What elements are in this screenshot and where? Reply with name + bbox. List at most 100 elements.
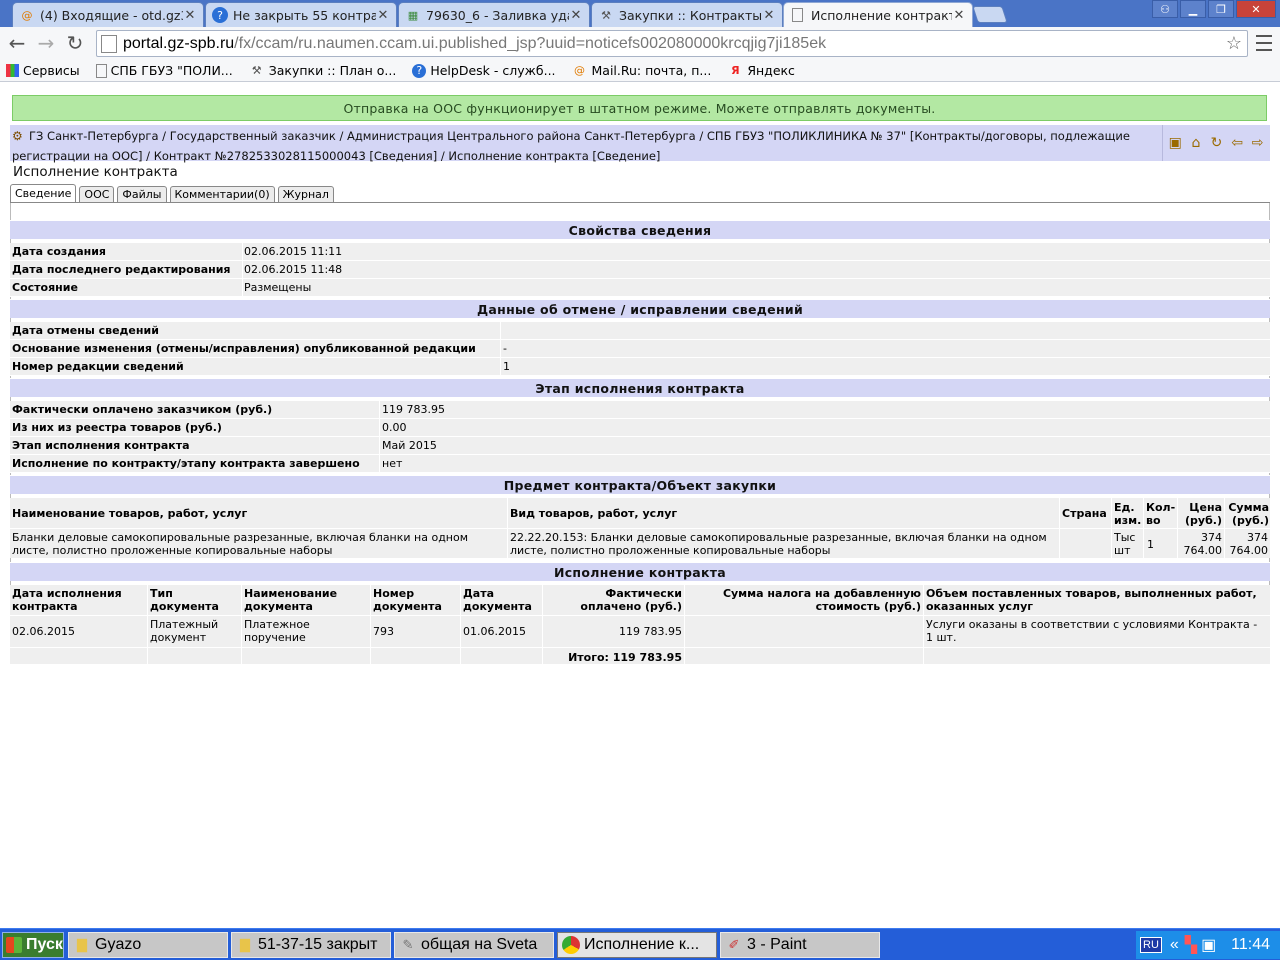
close-icon[interactable]: ✕ bbox=[569, 8, 583, 23]
table-row: Исполнение по контракту/этапу контракта … bbox=[10, 455, 1270, 473]
browser-tab-active[interactable]: Исполнение контракта ✕ bbox=[783, 2, 973, 27]
address-host: portal.gz-spb.ru bbox=[123, 34, 235, 52]
windows-logo-icon bbox=[6, 937, 22, 953]
taskbar-item-paint[interactable]: ✐ 3 - Paint bbox=[720, 932, 880, 958]
reload-button[interactable]: ↻ bbox=[63, 31, 87, 55]
column-header: Наименование документа bbox=[244, 587, 338, 613]
folder-icon: ▇ bbox=[240, 937, 250, 952]
bookmark-purchases[interactable]: ⚒ Закупки :: План о... bbox=[249, 63, 397, 79]
minimize-button[interactable]: ▁ bbox=[1180, 0, 1206, 18]
bookmark-services[interactable]: Сервисы bbox=[6, 63, 80, 78]
taskbar-item-label: 51-37-15 закрыт bbox=[258, 936, 378, 953]
new-tab-button[interactable] bbox=[972, 6, 1008, 23]
paint-icon: ✐ bbox=[728, 937, 740, 952]
taskbar-item-gyazo[interactable]: ▇ Gyazo bbox=[68, 932, 228, 958]
bookmark-label: Сервисы bbox=[23, 63, 80, 78]
close-icon[interactable]: ✕ bbox=[376, 8, 390, 23]
browser-menu-button[interactable] bbox=[1256, 33, 1272, 53]
table-row: Дата последнего редактирования 02.06.201… bbox=[10, 261, 1270, 279]
browser-tab-image[interactable]: ▦ 79630_6 - Заливка удал ✕ bbox=[398, 2, 590, 27]
browser-tab-title: (4) Входящие - otd.gz3 bbox=[40, 7, 183, 23]
folder-icon: ▇ bbox=[77, 937, 87, 952]
browser-tab-title: 79630_6 - Заливка удал bbox=[426, 7, 569, 23]
bookmark-label: Яндекс bbox=[747, 63, 795, 78]
table-row: Дата создания 02.06.2015 11:11 bbox=[10, 243, 1270, 261]
clock: 11:44 bbox=[1231, 936, 1270, 953]
column-header: Сумма налога на добавленную стоимость (р… bbox=[722, 587, 921, 613]
bookmark-label: Закупки :: План о... bbox=[268, 63, 397, 78]
bookmark-helpdesk[interactable]: ? HelpDesk - служб... bbox=[412, 63, 556, 78]
bookmark-star-icon[interactable]: ☆ bbox=[1226, 33, 1242, 54]
address-bar[interactable]: portal.gz-spb.ru/fx/ccam/ru.naumen.ccam.… bbox=[96, 30, 1248, 57]
table-cell: 22.22.20.153: Бланки деловые самокопиров… bbox=[510, 531, 1047, 557]
tab-comments[interactable]: Комментарии(0) bbox=[169, 186, 275, 203]
taskbar-item-label: общая на Sveta bbox=[421, 936, 538, 953]
column-header: Страна bbox=[1062, 507, 1107, 520]
tab-oos[interactable]: ООС bbox=[79, 186, 115, 203]
start-button[interactable]: Пуск bbox=[2, 932, 64, 958]
bookmark-polyclinic[interactable]: СПБ ГБУЗ "ПОЛИ... bbox=[95, 63, 233, 78]
bookmarks-bar: Сервисы СПБ ГБУЗ "ПОЛИ... ⚒ Закупки :: П… bbox=[0, 60, 1280, 82]
browser-tab-title: Не закрыть 55 контракт bbox=[233, 7, 376, 23]
table-cell: 374 764.00 bbox=[1183, 531, 1223, 557]
address-path: /fx/ccam/ru.naumen.ccam.ui.published_jsp… bbox=[234, 34, 827, 52]
field-value: Май 2015 bbox=[382, 439, 437, 452]
table-cell: Тыс шт bbox=[1114, 531, 1136, 557]
arrow-back-icon[interactable]: ⇦ bbox=[1228, 135, 1246, 151]
user-icon[interactable]: ⚇ bbox=[1152, 0, 1178, 18]
tab-svedenie[interactable]: Сведение bbox=[10, 184, 77, 203]
table-row: Состояние Размещены bbox=[10, 279, 1270, 297]
chrome-icon bbox=[562, 936, 580, 954]
breadcrumb-tools: ▣ ⌂ ↻ ⇦ ⇨ bbox=[1162, 125, 1270, 161]
table-cell: Платежное поручение bbox=[244, 618, 310, 644]
field-value: нет bbox=[382, 457, 403, 470]
refresh-icon[interactable]: ↻ bbox=[1207, 135, 1225, 151]
browser-tab-contracts[interactable]: ⚒ Закупки :: Контракты н ✕ bbox=[591, 2, 783, 27]
language-indicator[interactable]: RU bbox=[1140, 937, 1162, 953]
taskbar-item-notepad[interactable]: ✎ общая на Sveta bbox=[394, 932, 554, 958]
field-label: Из них из реестра товаров (руб.) bbox=[12, 421, 222, 434]
browser-tab-help[interactable]: ? Не закрыть 55 контракт ✕ bbox=[205, 2, 397, 27]
system-tray: RU « ▚ ▣ 11:44 bbox=[1136, 931, 1280, 959]
back-button[interactable]: ← bbox=[5, 31, 29, 55]
field-value: 1 bbox=[503, 360, 510, 373]
page-title: Исполнение контракта bbox=[13, 164, 178, 180]
home-icon[interactable]: ⌂ bbox=[1187, 135, 1205, 151]
field-value: - bbox=[503, 342, 507, 355]
monitor-icon[interactable]: ▣ bbox=[1201, 935, 1216, 955]
execution-table: Дата исполнения контракта Тип документа … bbox=[10, 585, 1270, 664]
browser-toolbar: ← → ↻ portal.gz-spb.ru/fx/ccam/ru.naumen… bbox=[0, 27, 1280, 60]
column-header: Кол-во bbox=[1146, 501, 1176, 527]
close-icon[interactable]: ✕ bbox=[183, 8, 197, 23]
tab-journal[interactable]: Журнал bbox=[277, 186, 334, 203]
bookmark-label: Mail.Ru: почта, п... bbox=[591, 63, 712, 78]
mail-icon: @ bbox=[21, 8, 33, 22]
network-icon[interactable]: ▚ bbox=[1185, 935, 1197, 955]
tab-files[interactable]: Файлы bbox=[117, 186, 167, 203]
table-cell: 374 764.00 bbox=[1229, 531, 1269, 557]
close-icon[interactable]: ✕ bbox=[952, 8, 966, 23]
field-value: 02.06.2015 11:48 bbox=[244, 263, 343, 276]
bookmark-mailru[interactable]: @ Mail.Ru: почта, п... bbox=[572, 63, 712, 79]
table-row: Дата отмены сведений bbox=[10, 322, 1270, 340]
table-cell: 02.06.2015 bbox=[12, 625, 75, 638]
folder-icon[interactable]: ▣ bbox=[1166, 135, 1184, 151]
table-cell: Бланки деловые самокопировальные разреза… bbox=[12, 531, 469, 557]
close-window-button[interactable]: ✕ bbox=[1236, 0, 1276, 18]
field-value: Размещены bbox=[244, 281, 312, 294]
status-banner: Отправка на ООС функционирует в штатном … bbox=[12, 95, 1267, 121]
forward-button[interactable]: → bbox=[34, 31, 58, 55]
arrow-forward-icon[interactable]: ⇨ bbox=[1249, 135, 1267, 151]
browser-tab-inbox[interactable]: @ (4) Входящие - otd.gz3 ✕ bbox=[12, 2, 204, 27]
section-header-subject: Предмет контракта/Объект закупки bbox=[10, 475, 1270, 494]
maximize-button[interactable]: ❐ bbox=[1208, 0, 1234, 18]
taskbar-item-folder[interactable]: ▇ 51-37-15 закрыт bbox=[231, 932, 391, 958]
bookmark-yandex[interactable]: Я Яндекс bbox=[727, 63, 795, 79]
field-label: Номер редакции сведений bbox=[12, 360, 184, 373]
breadcrumb-text[interactable]: ГЗ Санкт-Петербурга / Государственный за… bbox=[12, 129, 1130, 163]
taskbar-item-chrome[interactable]: Исполнение к... bbox=[557, 932, 717, 958]
chevron-left-icon[interactable]: « bbox=[1170, 936, 1179, 954]
field-label: Дата отмены сведений bbox=[12, 324, 159, 337]
field-value: 119 783.95 bbox=[382, 403, 445, 416]
close-icon[interactable]: ✕ bbox=[762, 8, 776, 23]
